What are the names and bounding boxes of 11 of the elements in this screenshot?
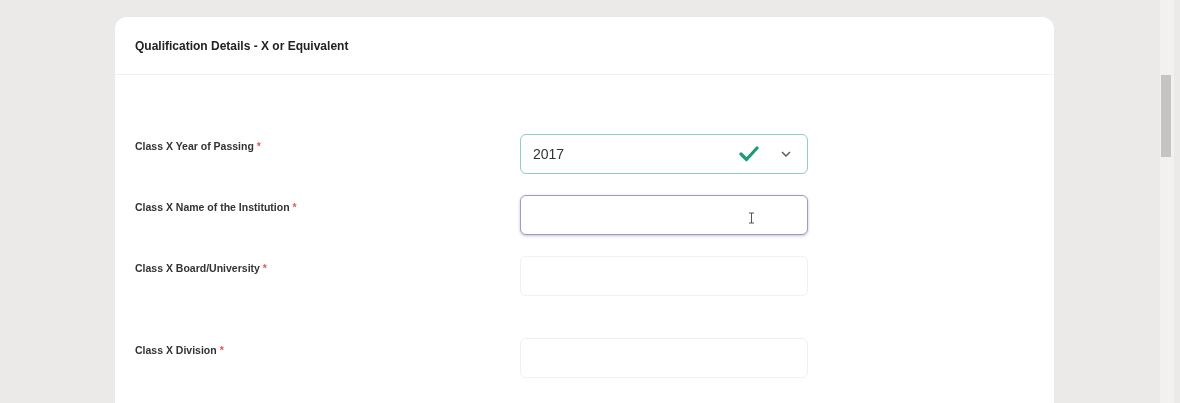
text-cursor-icon bbox=[748, 212, 755, 224]
year-select[interactable]: 2017 bbox=[520, 134, 808, 174]
field-label: Class X Year of Passing * bbox=[135, 139, 262, 154]
check-icon bbox=[739, 146, 759, 162]
field-label: Class X Division * bbox=[135, 343, 225, 358]
chevron-down-icon bbox=[781, 151, 791, 157]
field-label: Class X Board/University * bbox=[135, 261, 268, 276]
text-field[interactable] bbox=[520, 195, 808, 235]
select-value: 2017 bbox=[533, 144, 566, 164]
card-title: Qualification Details - X or Equivalent bbox=[135, 37, 349, 55]
field-label: Class X Name of the Institution * bbox=[135, 200, 298, 215]
